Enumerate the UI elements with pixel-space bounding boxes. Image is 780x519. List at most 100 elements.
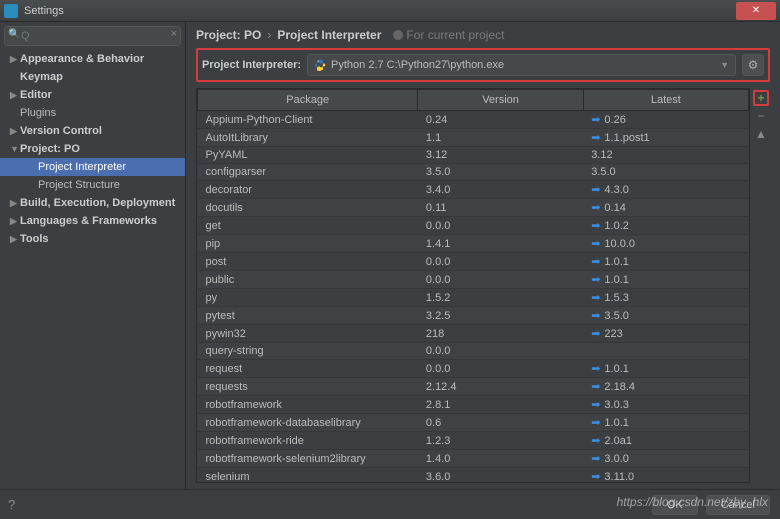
sidebar-item-appearance-behavior[interactable]: ▶Appearance & Behavior — [0, 50, 185, 68]
upgrade-available-icon: ➡ — [591, 183, 600, 196]
table-row[interactable]: Appium-Python-Client0.24➡0.26 — [198, 111, 749, 129]
close-button[interactable]: ✕ — [736, 2, 776, 20]
tree-arrow-icon: ▶ — [10, 234, 20, 245]
sidebar-item-project-interpreter[interactable]: Project Interpreter — [0, 158, 185, 176]
table-row[interactable]: query-string0.0.0 — [198, 343, 749, 360]
pkg-name: get — [198, 217, 418, 235]
breadcrumb-hint-text: For current project — [406, 28, 504, 42]
pkg-name: robotframework-selenium2library — [198, 450, 418, 468]
pkg-latest-value: 223 — [604, 328, 622, 340]
sidebar-item-label: Tools — [20, 233, 49, 245]
pkg-latest-value: 1.0.1 — [604, 363, 628, 375]
upgrade-available-icon: ➡ — [591, 131, 600, 144]
sidebar-item-label: Plugins — [20, 107, 56, 119]
pkg-latest-value: 1.0.2 — [604, 220, 628, 232]
sidebar-item-editor[interactable]: ▶Editor — [0, 86, 185, 104]
table-row[interactable]: selenium3.6.0➡3.11.0 — [198, 468, 749, 484]
pkg-version: 3.4.0 — [418, 181, 583, 199]
table-row[interactable]: pywin32218➡223 — [198, 325, 749, 343]
pkg-version: 1.4.1 — [418, 235, 583, 253]
pkg-latest-value: 1.5.3 — [604, 292, 628, 304]
pkg-latest-value: 3.5.0 — [604, 310, 628, 322]
table-row[interactable]: requests2.12.4➡2.18.4 — [198, 378, 749, 396]
col-package[interactable]: Package — [198, 90, 418, 111]
pkg-name: PyYAML — [198, 147, 418, 164]
upgrade-available-icon: ➡ — [591, 309, 600, 322]
table-row[interactable]: pytest3.2.5➡3.5.0 — [198, 307, 749, 325]
table-row[interactable]: get0.0.0➡1.0.2 — [198, 217, 749, 235]
tree-arrow-icon: ▶ — [10, 198, 20, 209]
sidebar-item-project-structure[interactable]: Project Structure — [0, 176, 185, 194]
table-row[interactable]: robotframework-ride1.2.3➡2.0a1 — [198, 432, 749, 450]
table-row[interactable]: robotframework2.8.1➡3.0.3 — [198, 396, 749, 414]
python-icon — [314, 59, 326, 71]
pkg-latest-value: 2.0a1 — [604, 435, 632, 447]
table-row[interactable]: robotframework-databaselibrary0.6➡1.0.1 — [198, 414, 749, 432]
sidebar-item-plugins[interactable]: Plugins — [0, 104, 185, 122]
pkg-version: 3.5.0 — [418, 164, 583, 181]
sidebar-item-version-control[interactable]: ▶Version Control — [0, 122, 185, 140]
search-input[interactable] — [4, 26, 181, 46]
sidebar-item-tools[interactable]: ▶Tools — [0, 230, 185, 248]
app-icon — [4, 4, 18, 18]
table-row[interactable]: configparser3.5.03.5.0 — [198, 164, 749, 181]
pkg-latest-value: 3.5.0 — [591, 166, 615, 178]
upgrade-available-icon: ➡ — [591, 398, 600, 411]
upgrade-available-icon: ➡ — [591, 362, 600, 375]
table-row[interactable]: AutoItLibrary1.1➡1.1.post1 — [198, 129, 749, 147]
ok-button[interactable]: OK — [652, 495, 698, 515]
pkg-name: decorator — [198, 181, 418, 199]
packages-table-wrap[interactable]: Package Version Latest Appium-Python-Cli… — [196, 88, 750, 483]
tree-arrow-icon: ▶ — [10, 90, 20, 101]
pkg-name: robotframework-ride — [198, 432, 418, 450]
pkg-name: public — [198, 271, 418, 289]
pkg-latest: ➡0.26 — [583, 111, 748, 129]
window-title: Settings — [24, 5, 736, 17]
pkg-name: robotframework — [198, 396, 418, 414]
table-row[interactable]: pip1.4.1➡10.0.0 — [198, 235, 749, 253]
table-row[interactable]: public0.0.0➡1.0.1 — [198, 271, 749, 289]
tree-arrow-icon: ▶ — [10, 126, 20, 137]
interpreter-select[interactable]: Python 2.7 C:\Python27\python.exe ▼ — [307, 54, 736, 76]
help-button[interactable]: ? — [8, 497, 15, 512]
col-version[interactable]: Version — [418, 90, 583, 111]
upgrade-available-icon: ➡ — [591, 273, 600, 286]
table-row[interactable]: docutils0.11➡0.14 — [198, 199, 749, 217]
breadcrumb-l2: Project Interpreter — [277, 28, 381, 42]
pkg-name: Appium-Python-Client — [198, 111, 418, 129]
clear-search-icon[interactable]: × — [171, 28, 177, 40]
interpreter-label: Project Interpreter: — [202, 59, 301, 71]
pkg-name: docutils — [198, 199, 418, 217]
remove-package-button[interactable]: − — [753, 108, 769, 124]
table-row[interactable]: request0.0.0➡1.0.1 — [198, 360, 749, 378]
pkg-latest: ➡0.14 — [583, 199, 748, 217]
add-package-button[interactable]: + — [753, 90, 769, 106]
pkg-version: 3.2.5 — [418, 307, 583, 325]
upgrade-available-icon: ➡ — [591, 470, 600, 483]
table-row[interactable]: post0.0.0➡1.0.1 — [198, 253, 749, 271]
sidebar-item-project-po[interactable]: ▼Project: PO — [0, 140, 185, 158]
pkg-name: configparser — [198, 164, 418, 181]
pkg-latest-value: 2.18.4 — [604, 381, 635, 393]
pkg-version: 2.8.1 — [418, 396, 583, 414]
table-row[interactable]: decorator3.4.0➡4.3.0 — [198, 181, 749, 199]
table-row[interactable]: PyYAML3.123.12 — [198, 147, 749, 164]
pkg-name: request — [198, 360, 418, 378]
pkg-latest-value: 1.1.post1 — [604, 132, 649, 144]
upgrade-package-button[interactable]: ▲ — [753, 126, 769, 142]
pkg-latest: ➡ 1.1.post1 — [583, 129, 748, 147]
sidebar-item-languages-frameworks[interactable]: ▶Languages & Frameworks — [0, 212, 185, 230]
table-row[interactable]: robotframework-selenium2library1.4.0➡3.0… — [198, 450, 749, 468]
pkg-latest — [583, 343, 748, 360]
interpreter-settings-button[interactable]: ⚙ — [742, 54, 764, 76]
pkg-latest: ➡4.3.0 — [583, 181, 748, 199]
pkg-name: selenium — [198, 468, 418, 484]
sidebar-item-keymap[interactable]: Keymap — [0, 68, 185, 86]
table-row[interactable]: py1.5.2➡1.5.3 — [198, 289, 749, 307]
sidebar-item-build-execution-deployment[interactable]: ▶Build, Execution, Deployment — [0, 194, 185, 212]
col-latest[interactable]: Latest — [583, 90, 748, 111]
pkg-latest: ➡ 3.5.0 — [583, 307, 748, 325]
pkg-name: requests — [198, 378, 418, 396]
cancel-button[interactable]: Cancel — [706, 495, 770, 515]
sidebar-item-label: Languages & Frameworks — [20, 215, 157, 227]
